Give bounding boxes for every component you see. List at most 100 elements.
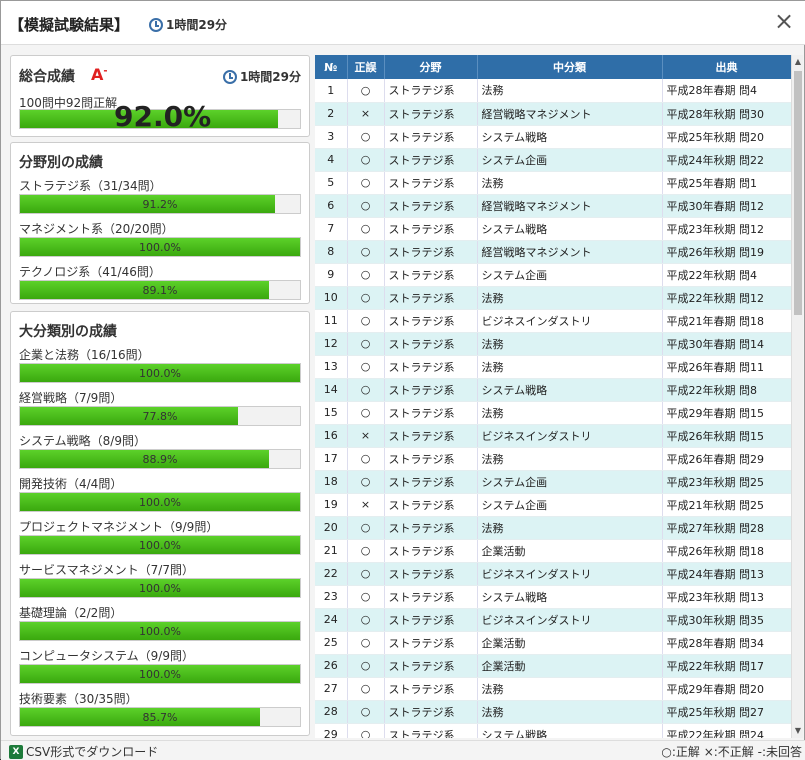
- cell-subcategory: 法務: [477, 286, 663, 310]
- cell-source: 平成23年秋期 問25: [662, 470, 791, 494]
- table-row[interactable]: 21 ○ ストラテジ系 企業活動 平成26年秋期 問18: [315, 539, 791, 563]
- cell-field: ストラテジ系: [384, 539, 478, 563]
- cell-source: 平成26年春期 問11: [662, 355, 791, 379]
- cell-field: ストラテジ系: [384, 171, 478, 195]
- cell-result: ○: [347, 677, 385, 701]
- cell-source: 平成24年春期 問13: [662, 562, 791, 586]
- cell-field: ストラテジ系: [384, 723, 478, 738]
- cell-number: 5: [315, 171, 348, 195]
- table-row[interactable]: 10 ○ ストラテジ系 法務 平成22年秋期 問12: [315, 286, 791, 310]
- score-row-label: マネジメント系（20/20問）: [19, 222, 174, 236]
- table-row[interactable]: 3 ○ ストラテジ系 システム戦略 平成25年秋期 問20: [315, 125, 791, 149]
- table-row[interactable]: 19 × ストラテジ系 システム企画 平成21年秋期 問25: [315, 493, 791, 517]
- table-row[interactable]: 29 ○ ストラテジ系 システム戦略 平成22年秋期 問24: [315, 723, 791, 738]
- cell-subcategory: システム戦略: [477, 125, 663, 149]
- table-row[interactable]: 14 ○ ストラテジ系 システム戦略 平成22年秋期 問8: [315, 378, 791, 402]
- cell-source: 平成30年秋期 問35: [662, 608, 791, 632]
- col-header-number[interactable]: №: [315, 55, 348, 79]
- cell-result: ○: [347, 171, 385, 195]
- cell-result: ○: [347, 562, 385, 586]
- scroll-thumb[interactable]: [794, 71, 802, 315]
- score-progress-bar: 89.1%: [19, 280, 301, 300]
- cell-number: 3: [315, 125, 348, 149]
- score-progress-bar: 100.0%: [19, 492, 301, 512]
- cell-result: ○: [347, 148, 385, 172]
- table-row[interactable]: 5 ○ ストラテジ系 法務 平成25年春期 問1: [315, 171, 791, 195]
- dialog-titlebar: 【模擬試験結果】 1時間29分 ×: [1, 1, 805, 45]
- table-row[interactable]: 18 ○ ストラテジ系 システム企画 平成23年秋期 問25: [315, 470, 791, 494]
- cell-number: 15: [315, 401, 348, 425]
- table-scrollbar[interactable]: ▲ ▼: [791, 55, 803, 738]
- cell-subcategory: システム戦略: [477, 378, 663, 402]
- table-row[interactable]: 9 ○ ストラテジ系 システム企画 平成22年秋期 問4: [315, 263, 791, 287]
- table-row[interactable]: 11 ○ ストラテジ系 ビジネスインダストリ 平成21年春期 問18: [315, 309, 791, 333]
- cell-result: ○: [347, 585, 385, 609]
- table-row[interactable]: 13 ○ ストラテジ系 法務 平成26年春期 問11: [315, 355, 791, 379]
- cell-number: 7: [315, 217, 348, 241]
- cell-subcategory: システム戦略: [477, 723, 663, 738]
- csv-download-link[interactable]: X CSV形式でダウンロード: [9, 743, 158, 760]
- cell-number: 20: [315, 516, 348, 540]
- table-row[interactable]: 20 ○ ストラテジ系 法務 平成27年秋期 問28: [315, 516, 791, 540]
- cell-number: 25: [315, 631, 348, 655]
- table-row[interactable]: 16 × ストラテジ系 ビジネスインダストリ 平成26年秋期 問15: [315, 424, 791, 448]
- cell-result: ○: [347, 332, 385, 356]
- field-score-panel: 分野別の成績 ストラテジ系（31/34問） 91.2% マネジメント系（20/20問…: [10, 142, 310, 304]
- cell-field: ストラテジ系: [384, 355, 478, 379]
- cell-source: 平成22年秋期 問8: [662, 378, 791, 402]
- table-row[interactable]: 15 ○ ストラテジ系 法務 平成29年春期 問15: [315, 401, 791, 425]
- cell-number: 9: [315, 263, 348, 287]
- cell-source: 平成25年秋期 問20: [662, 125, 791, 149]
- table-row[interactable]: 23 ○ ストラテジ系 システム戦略 平成23年秋期 問13: [315, 585, 791, 609]
- results-table-container[interactable]: № 正誤 分野 中分類 出典 1 ○ ストラテジ系 法務 平成28年春期 問4 2 × ストラ…: [315, 55, 791, 738]
- cell-subcategory: ビジネスインダストリ: [477, 309, 663, 333]
- cell-field: ストラテジ系: [384, 148, 478, 172]
- score-row-label: テクノロジ系（41/46問）: [19, 265, 161, 279]
- result-legend: ○:正解 ×:不正解 -:未回答: [661, 745, 802, 759]
- table-row[interactable]: 6 ○ ストラテジ系 経営戦略マネジメント 平成30年春期 問12: [315, 194, 791, 218]
- overall-title: 総合成績: [19, 69, 75, 85]
- cell-subcategory: 法務: [477, 677, 663, 701]
- table-row[interactable]: 26 ○ ストラテジ系 企業活動 平成22年秋期 問17: [315, 654, 791, 678]
- col-header-field[interactable]: 分野: [384, 55, 478, 79]
- cell-field: ストラテジ系: [384, 516, 478, 540]
- cell-field: ストラテジ系: [384, 401, 478, 425]
- col-header-subcategory[interactable]: 中分類: [477, 55, 663, 79]
- cell-result: ○: [347, 79, 385, 103]
- table-row[interactable]: 24 ○ ストラテジ系 ビジネスインダストリ 平成30年秋期 問35: [315, 608, 791, 632]
- table-row[interactable]: 1 ○ ストラテジ系 法務 平成28年春期 問4: [315, 79, 791, 103]
- table-row[interactable]: 25 ○ ストラテジ系 企業活動 平成28年春期 問34: [315, 631, 791, 655]
- cell-field: ストラテジ系: [384, 585, 478, 609]
- cell-source: 平成28年春期 問4: [662, 79, 791, 103]
- table-row[interactable]: 22 ○ ストラテジ系 ビジネスインダストリ 平成24年春期 問13: [315, 562, 791, 586]
- scroll-up-arrow-icon[interactable]: ▲: [792, 55, 804, 69]
- cell-subcategory: システム企画: [477, 263, 663, 287]
- score-percent: 100.0%: [139, 496, 181, 509]
- scroll-down-arrow-icon[interactable]: ▼: [792, 724, 804, 738]
- table-row[interactable]: 7 ○ ストラテジ系 システム戦略 平成23年秋期 問12: [315, 217, 791, 241]
- category-score-panel: 大分類別の成績 企業と法務（16/16問） 100.0% 経営戦略（7/9問） 77.…: [10, 311, 310, 736]
- close-button[interactable]: ×: [772, 9, 796, 33]
- cell-source: 平成22年秋期 問4: [662, 263, 791, 287]
- table-row[interactable]: 28 ○ ストラテジ系 法務 平成25年秋期 問27: [315, 700, 791, 724]
- cell-number: 21: [315, 539, 348, 563]
- cell-result: ○: [347, 401, 385, 425]
- table-row[interactable]: 12 ○ ストラテジ系 法務 平成30年春期 問14: [315, 332, 791, 356]
- cell-field: ストラテジ系: [384, 309, 478, 333]
- table-row[interactable]: 27 ○ ストラテジ系 法務 平成29年春期 問20: [315, 677, 791, 701]
- score-progress-bar: 100.0%: [19, 363, 301, 383]
- score-percent: 77.8%: [142, 410, 178, 423]
- table-row[interactable]: 2 × ストラテジ系 経営戦略マネジメント 平成28年秋期 問30: [315, 102, 791, 126]
- col-header-result[interactable]: 正誤: [347, 55, 385, 79]
- score-percent: 100.0%: [139, 367, 181, 380]
- cell-source: 平成26年秋期 問18: [662, 539, 791, 563]
- cell-subcategory: システム企画: [477, 470, 663, 494]
- cell-number: 13: [315, 355, 348, 379]
- table-row[interactable]: 17 ○ ストラテジ系 法務 平成26年春期 問29: [315, 447, 791, 471]
- cell-number: 12: [315, 332, 348, 356]
- table-row[interactable]: 4 ○ ストラテジ系 システム企画 平成24年秋期 問22: [315, 148, 791, 172]
- col-header-source[interactable]: 出典: [662, 55, 791, 79]
- cell-result: ×: [347, 102, 385, 126]
- cell-field: ストラテジ系: [384, 631, 478, 655]
- table-row[interactable]: 8 ○ ストラテジ系 経営戦略マネジメント 平成26年秋期 問19: [315, 240, 791, 264]
